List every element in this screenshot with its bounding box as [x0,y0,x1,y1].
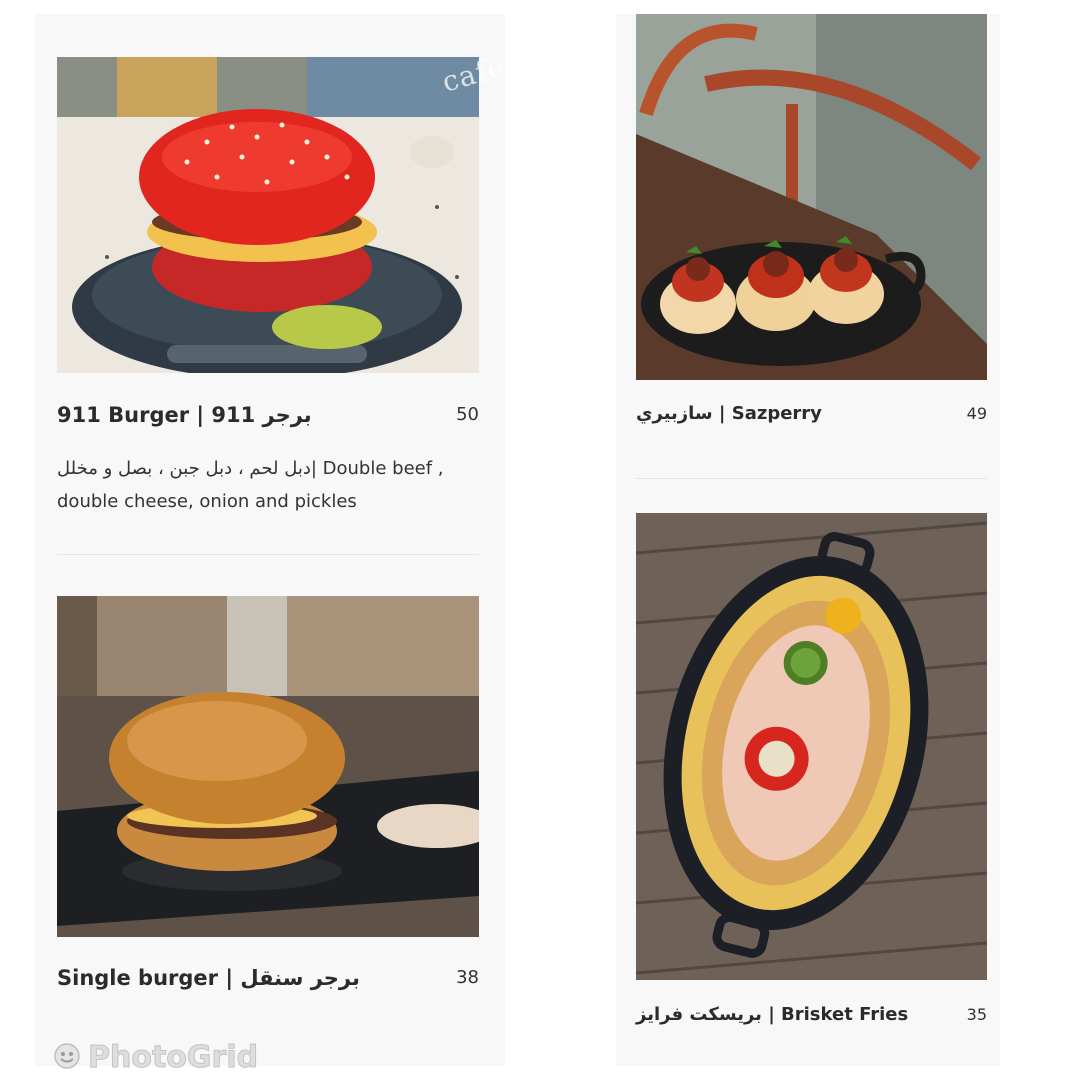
item-title-brisket-fries: بريسكت فرايز | Brisket Fries [636,1004,909,1025]
item-title-911-burger: 911 Burger | برجر 911 [57,403,312,427]
separator [636,478,987,479]
separator [57,554,479,555]
photogrid-logo-icon [52,1041,82,1075]
burger-911-image [57,57,479,373]
item-title-sazperry: سازبيري | Sazperry [636,403,822,424]
photogrid-text: PhotoGrid [87,1040,259,1076]
description-line-1: دبل لحم ، دبل جبن ، بصل و مخلل| Double b… [57,458,444,479]
item-title-single-burger: Single burger | برجر سنقل [57,966,360,990]
item-price-911-burger: 50 [456,404,479,425]
item-price-sazperry: 49 [966,404,987,423]
sazperry-image [636,14,987,380]
brisket-fries-image [636,513,987,980]
photogrid-watermark: PhotoGrid [52,1040,259,1076]
item-price-single-burger: 38 [456,967,479,988]
item-description-911-burger: دبل لحم ، دبل جبن ، بصل و مخلل| Double b… [57,452,487,518]
single-burger-image [57,596,479,937]
item-price-brisket-fries: 35 [966,1005,987,1024]
description-line-2: double cheese, onion and pickles [57,491,357,512]
